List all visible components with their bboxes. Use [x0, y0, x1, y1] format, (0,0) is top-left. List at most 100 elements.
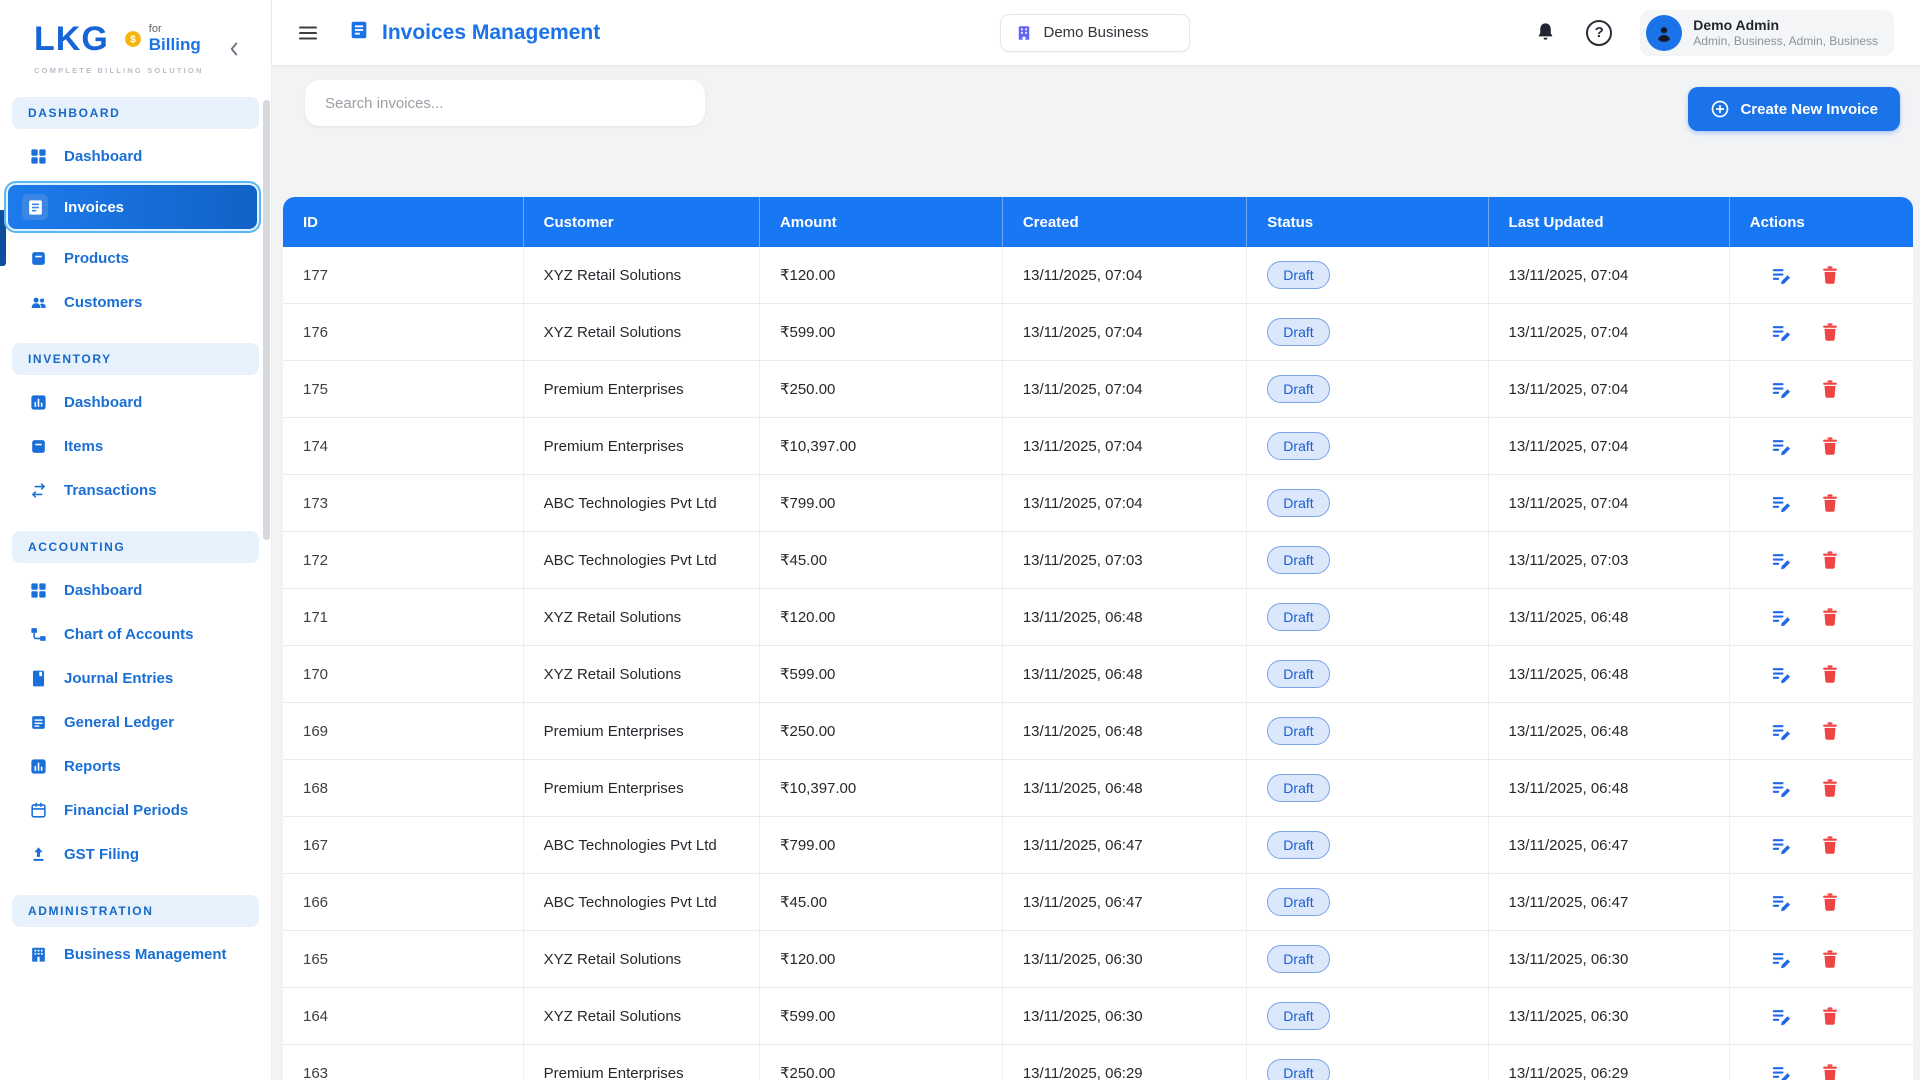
cell-last-updated: 13/11/2025, 07:04	[1488, 418, 1729, 475]
create-new-invoice-button[interactable]: Create New Invoice	[1688, 87, 1900, 131]
column-header-id[interactable]: ID	[283, 197, 523, 247]
hamburger-menu-button[interactable]	[296, 20, 322, 46]
cell-actions	[1729, 589, 1913, 646]
sidebar-section-header: INVENTORY	[12, 343, 259, 375]
active-item-accent-bar	[0, 210, 6, 266]
cell-amount: ₹799.00	[759, 475, 1002, 532]
edit-invoice-button[interactable]	[1770, 492, 1793, 515]
help-button[interactable]: ?	[1586, 20, 1612, 46]
sidebar-item-customers[interactable]: Customers	[12, 285, 259, 319]
sidebar-item-transactions[interactable]: Transactions	[12, 473, 259, 507]
status-badge: Draft	[1267, 546, 1329, 574]
invoice-row: 163 Premium Enterprises ₹250.00 13/11/20…	[283, 1045, 1913, 1080]
sidebar-item-gst-filing[interactable]: GST Filing	[12, 837, 259, 871]
sidebar-item-journal-entries[interactable]: Journal Entries	[12, 661, 259, 695]
edit-invoice-button[interactable]	[1770, 720, 1793, 743]
column-header-status[interactable]: Status	[1246, 197, 1487, 247]
delete-invoice-button[interactable]	[1819, 435, 1842, 458]
user-menu[interactable]: Demo Admin Admin, Business, Admin, Busin…	[1640, 10, 1894, 56]
delete-invoice-button[interactable]	[1819, 834, 1842, 857]
sidebar-item-label: Business Management	[64, 946, 227, 963]
brand-product: Billing	[149, 36, 201, 54]
sidebar-item-dashboard[interactable]: Dashboard	[12, 385, 259, 419]
sidebar-item-reports[interactable]: Reports	[12, 749, 259, 783]
business-selector[interactable]: Demo Business	[1000, 14, 1189, 52]
cell-customer: Premium Enterprises	[523, 361, 759, 418]
cell-created: 13/11/2025, 06:48	[1002, 589, 1246, 646]
edit-invoice-button[interactable]	[1770, 1062, 1793, 1080]
cell-amount: ₹45.00	[759, 532, 1002, 589]
edit-invoice-button[interactable]	[1770, 777, 1793, 800]
column-header-actions[interactable]: Actions	[1729, 197, 1913, 247]
delete-invoice-button[interactable]	[1819, 321, 1842, 344]
cell-id: 172	[283, 532, 523, 589]
dollar-coin-icon: $	[123, 29, 143, 49]
sidebar-item-dashboard[interactable]: Dashboard	[12, 573, 259, 607]
cell-amount: ₹250.00	[759, 361, 1002, 418]
brand-name: LKG	[34, 22, 109, 56]
edit-invoice-button[interactable]	[1770, 1005, 1793, 1028]
edit-invoice-button[interactable]	[1770, 948, 1793, 971]
column-header-customer[interactable]: Customer	[523, 197, 759, 247]
cell-last-updated: 13/11/2025, 06:48	[1488, 589, 1729, 646]
delete-invoice-button[interactable]	[1819, 1062, 1842, 1080]
delete-invoice-button[interactable]	[1819, 663, 1842, 686]
edit-invoice-button[interactable]	[1770, 606, 1793, 629]
delete-invoice-button[interactable]	[1819, 492, 1842, 515]
sidebar-item-products[interactable]: Products	[12, 241, 259, 275]
notification-bell-icon	[1534, 21, 1557, 44]
sidebar-item-general-ledger[interactable]: General Ledger	[12, 705, 259, 739]
cell-customer: ABC Technologies Pvt Ltd	[523, 475, 759, 532]
delete-invoice-button[interactable]	[1819, 948, 1842, 971]
delete-invoice-button[interactable]	[1819, 891, 1842, 914]
edit-invoice-button[interactable]	[1770, 834, 1793, 857]
column-header-last-updated[interactable]: Last Updated	[1488, 197, 1729, 247]
delete-invoice-button[interactable]	[1819, 720, 1842, 743]
cell-created: 13/11/2025, 06:30	[1002, 931, 1246, 988]
sidebar-section-header: ADMINISTRATION	[12, 895, 259, 927]
cell-actions	[1729, 532, 1913, 589]
cell-customer: XYZ Retail Solutions	[523, 304, 759, 361]
notifications-button[interactable]	[1534, 21, 1558, 45]
delete-invoice-button[interactable]	[1819, 378, 1842, 401]
edit-invoice-button[interactable]	[1770, 321, 1793, 344]
delete-invoice-button[interactable]	[1819, 1005, 1842, 1028]
column-header-amount[interactable]: Amount	[759, 197, 1002, 247]
product-box-icon	[29, 249, 48, 268]
sidebar-item-business-management[interactable]: Business Management	[12, 937, 259, 971]
status-badge: Draft	[1267, 1059, 1329, 1080]
sidebar-item-items[interactable]: Items	[12, 429, 259, 463]
hierarchy-icon	[29, 625, 48, 644]
sidebar-scrollbar[interactable]	[263, 100, 270, 540]
brand-logo: LKG $ for Billing COMPLETE BILLING SOLUT…	[0, 0, 271, 81]
cell-actions	[1729, 247, 1913, 304]
edit-invoice-button[interactable]	[1770, 378, 1793, 401]
search-input[interactable]	[305, 80, 705, 126]
bar-chart-icon	[28, 392, 48, 412]
sidebar-item-invoices[interactable]: Invoices	[8, 185, 257, 229]
cell-status: Draft	[1246, 703, 1487, 760]
delete-invoice-button[interactable]	[1819, 777, 1842, 800]
invoice-doc-icon	[348, 19, 370, 46]
grid-dashboard-icon	[28, 580, 48, 600]
edit-invoice-button[interactable]	[1770, 891, 1793, 914]
bar-chart-icon	[29, 757, 48, 776]
edit-invoice-button[interactable]	[1770, 663, 1793, 686]
delete-invoice-button[interactable]	[1819, 264, 1842, 287]
product-box-icon	[28, 436, 48, 456]
edit-invoice-button[interactable]	[1770, 435, 1793, 458]
delete-invoice-button[interactable]	[1819, 606, 1842, 629]
cell-last-updated: 13/11/2025, 07:04	[1488, 361, 1729, 418]
edit-invoice-button[interactable]	[1770, 549, 1793, 572]
sidebar-item-chart-of-accounts[interactable]: Chart of Accounts	[12, 617, 259, 651]
sidebar-item-financial-periods[interactable]: Financial Periods	[12, 793, 259, 827]
sidebar-collapse-button[interactable]	[223, 38, 245, 60]
cell-customer: XYZ Retail Solutions	[523, 646, 759, 703]
cell-created: 13/11/2025, 07:04	[1002, 304, 1246, 361]
edit-note-icon	[1770, 1062, 1793, 1080]
edit-invoice-button[interactable]	[1770, 264, 1793, 287]
delete-invoice-button[interactable]	[1819, 549, 1842, 572]
sidebar-item-dashboard[interactable]: Dashboard	[12, 139, 259, 173]
column-header-created[interactable]: Created	[1002, 197, 1246, 247]
cell-customer: Premium Enterprises	[523, 1045, 759, 1080]
